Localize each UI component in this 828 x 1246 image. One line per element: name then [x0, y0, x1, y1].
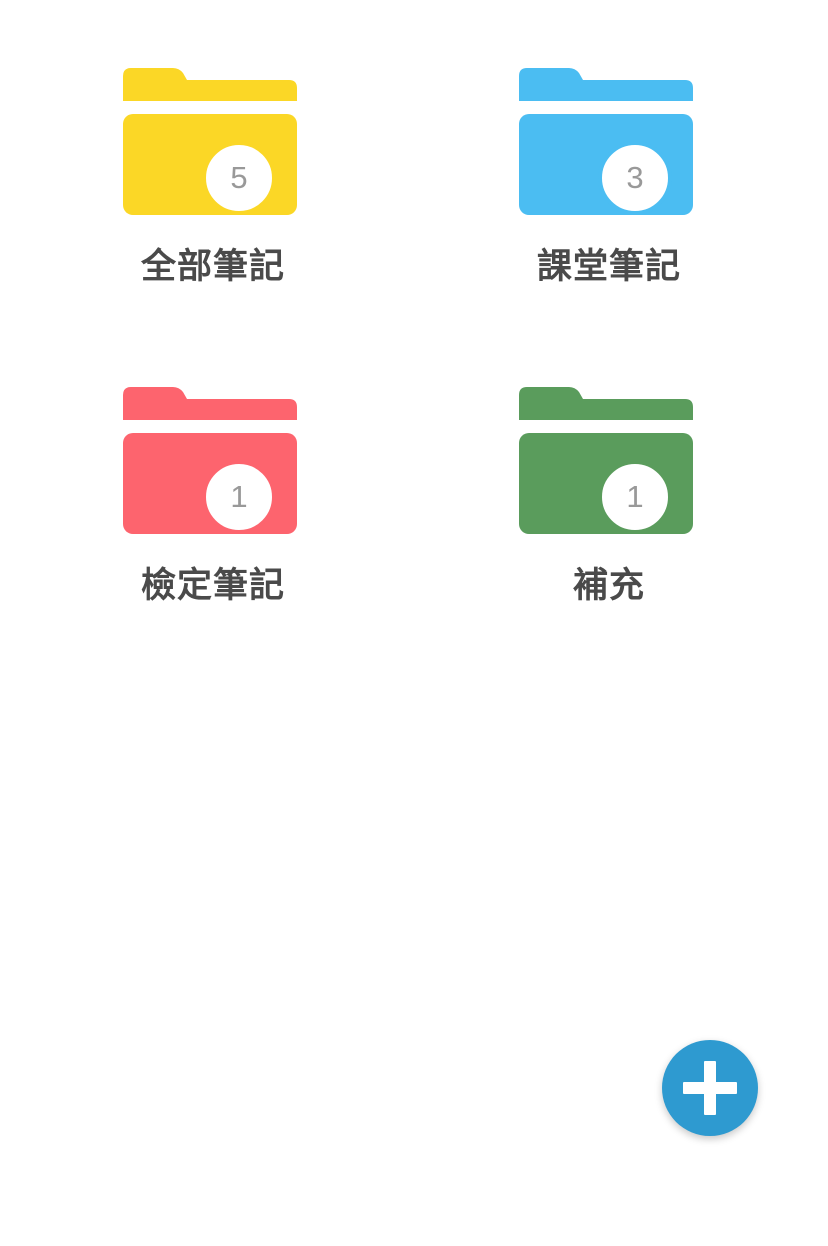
folder-tile-supplement[interactable]: 1 補充 — [479, 387, 739, 627]
folder-tile-exam-notes[interactable]: 1 檢定筆記 — [83, 387, 343, 627]
folder-tile-class-notes[interactable]: 3 課堂筆記 — [479, 68, 739, 308]
folder-count-badge: 5 — [202, 141, 276, 215]
folder-count-badge: 3 — [598, 141, 672, 215]
folder-grid-screen: 5 全部筆記 3 課堂筆記 1 檢定筆記 1 補充 — [0, 0, 828, 1246]
folder-tile-all-notes[interactable]: 5 全部筆記 — [83, 68, 343, 308]
folder-label: 全部筆記 — [140, 247, 285, 287]
folder-label: 課堂筆記 — [536, 247, 681, 287]
folder-count-badge: 1 — [598, 460, 672, 534]
folder-count-badge: 1 — [202, 460, 276, 534]
folder-label: 檢定筆記 — [140, 566, 285, 606]
folder-label: 補充 — [572, 566, 645, 606]
plus-icon — [683, 1082, 737, 1094]
add-folder-button[interactable] — [662, 1040, 758, 1136]
